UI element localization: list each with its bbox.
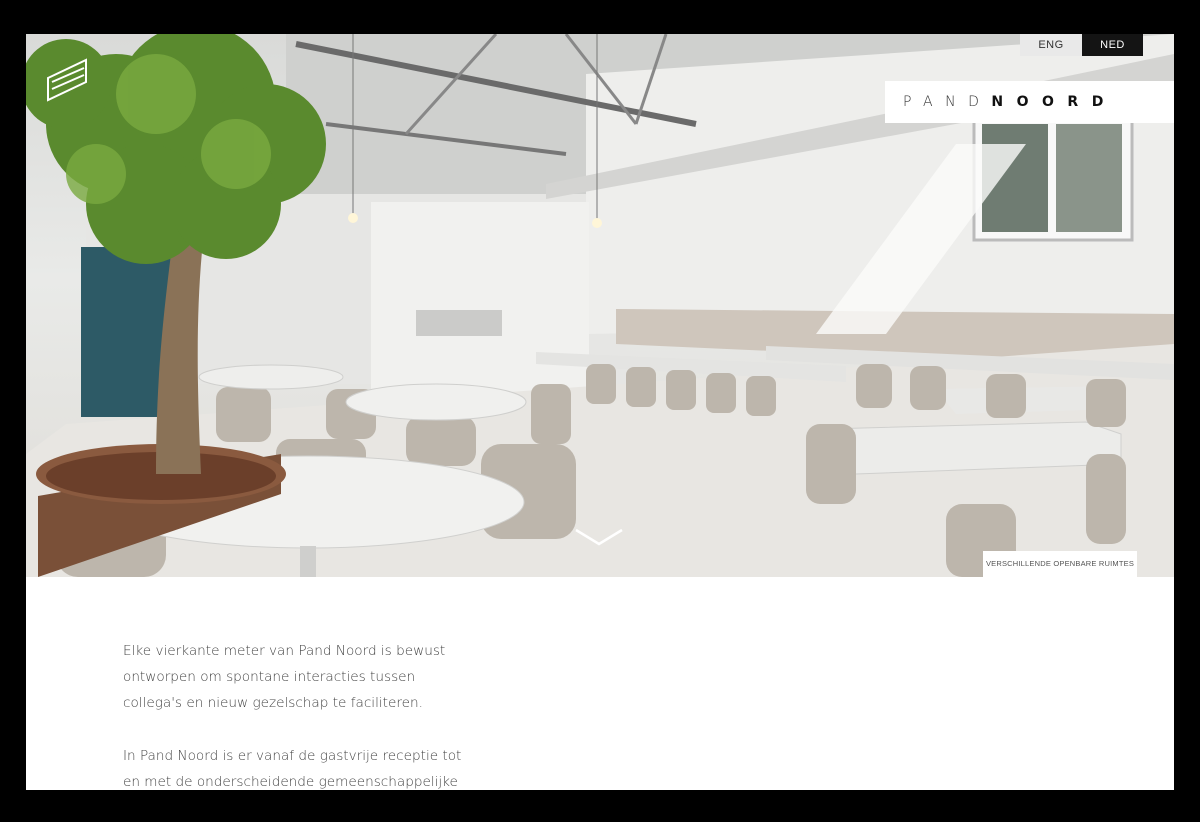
scroll-down-button[interactable] (574, 524, 624, 548)
lang-ned-button[interactable]: NED (1082, 34, 1143, 56)
lang-eng-button[interactable]: ENG (1020, 34, 1082, 56)
intro-text: Elke vierkante meter van Pand Noord is b… (123, 638, 473, 790)
menu-icon (47, 58, 87, 102)
language-switch: ENG NED (1020, 34, 1143, 56)
hero-caption: VERSCHILLENDE OPENBARE RUIMTES (983, 551, 1137, 577)
menu-button[interactable] (46, 58, 90, 102)
logo-text-light: PAND (903, 94, 992, 110)
intro-paragraph-1: Elke vierkante meter van Pand Noord is b… (123, 643, 446, 711)
site-logo[interactable]: PAND NOORD (885, 81, 1174, 123)
hero-image: ENG NED PAND NOORD VERSCHILLENDE OPENBAR… (26, 34, 1174, 577)
logo-text-bold: NOORD (991, 94, 1117, 110)
chevron-down-icon (575, 528, 623, 546)
intro-paragraph-2: In Pand Noord is er vanaf de gastvrije r… (123, 748, 462, 790)
page: ENG NED PAND NOORD VERSCHILLENDE OPENBAR… (26, 34, 1174, 790)
